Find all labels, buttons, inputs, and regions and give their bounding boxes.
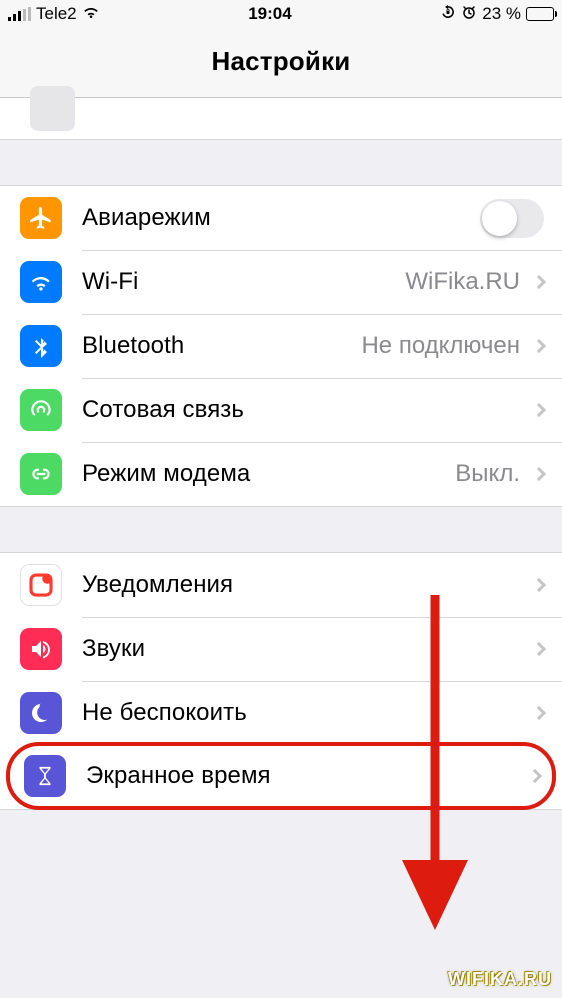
status-time: 19:04 bbox=[248, 4, 291, 24]
setting-label: Сотовая связь bbox=[82, 396, 528, 424]
alarm-icon bbox=[461, 4, 477, 25]
settings-group-notifications: Уведомления Звуки Не беспокоить Экранное… bbox=[0, 552, 562, 810]
carrier-label: Tele2 bbox=[36, 4, 77, 24]
cellular-signal-icon bbox=[8, 7, 31, 21]
setting-wifi[interactable]: Wi-Fi WiFika.RU bbox=[0, 250, 562, 314]
chevron-right-icon bbox=[532, 642, 546, 656]
settings-group-connectivity: Авиарежим Wi-Fi WiFika.RU Bluetooth Не п… bbox=[0, 185, 562, 507]
hourglass-icon bbox=[24, 755, 66, 797]
chevron-right-icon bbox=[532, 467, 546, 481]
hotspot-icon bbox=[20, 453, 62, 495]
notifications-icon bbox=[20, 564, 62, 606]
setting-screen-time[interactable]: Экранное время bbox=[6, 742, 556, 810]
chevron-right-icon bbox=[532, 275, 546, 289]
setting-airplane-mode[interactable]: Авиарежим bbox=[0, 186, 562, 250]
setting-bluetooth[interactable]: Bluetooth Не подключен bbox=[0, 314, 562, 378]
status-right: 23 % bbox=[440, 4, 554, 25]
setting-label: Звуки bbox=[82, 635, 528, 663]
chevron-right-icon bbox=[532, 403, 546, 417]
setting-label: Режим модема bbox=[82, 460, 455, 488]
group-separator bbox=[0, 140, 562, 185]
setting-cellular[interactable]: Сотовая связь bbox=[0, 378, 562, 442]
setting-notifications[interactable]: Уведомления bbox=[0, 553, 562, 617]
setting-label: Авиарежим bbox=[82, 204, 480, 232]
sounds-icon bbox=[20, 628, 62, 670]
battery-icon bbox=[526, 7, 554, 21]
moon-icon bbox=[20, 692, 62, 734]
airplane-toggle[interactable] bbox=[480, 199, 544, 238]
orientation-lock-icon bbox=[440, 4, 456, 25]
setting-label: Уведомления bbox=[82, 571, 528, 599]
setting-label: Не беспокоить bbox=[82, 699, 528, 727]
setting-hotspot[interactable]: Режим модема Выкл. bbox=[0, 442, 562, 506]
page-header: Настройки bbox=[0, 28, 562, 98]
chevron-right-icon bbox=[532, 578, 546, 592]
setting-detail: Выкл. bbox=[455, 460, 520, 488]
watermark: WIFIKA.RU bbox=[448, 969, 552, 990]
airplane-icon bbox=[20, 197, 62, 239]
battery-pct-label: 23 % bbox=[482, 4, 521, 24]
chevron-right-icon bbox=[532, 339, 546, 353]
page-title: Настройки bbox=[0, 46, 562, 77]
setting-detail: Не подключен bbox=[361, 332, 520, 360]
setting-detail: WiFika.RU bbox=[405, 268, 520, 296]
chevron-right-icon bbox=[528, 769, 542, 783]
status-bar: Tele2 19:04 23 % bbox=[0, 0, 562, 28]
cellular-icon bbox=[20, 389, 62, 431]
setting-label: Wi-Fi bbox=[82, 268, 405, 296]
setting-sounds[interactable]: Звуки bbox=[0, 617, 562, 681]
setting-label: Экранное время bbox=[86, 762, 524, 790]
chevron-right-icon bbox=[532, 706, 546, 720]
setting-do-not-disturb[interactable]: Не беспокоить bbox=[0, 681, 562, 745]
bluetooth-icon bbox=[20, 325, 62, 367]
setting-label: Bluetooth bbox=[82, 332, 361, 360]
status-left: Tele2 bbox=[8, 4, 100, 24]
apple-id-row-partial[interactable] bbox=[0, 98, 562, 140]
wifi-icon bbox=[20, 261, 62, 303]
wifi-status-icon bbox=[82, 4, 100, 24]
group-separator bbox=[0, 507, 562, 552]
